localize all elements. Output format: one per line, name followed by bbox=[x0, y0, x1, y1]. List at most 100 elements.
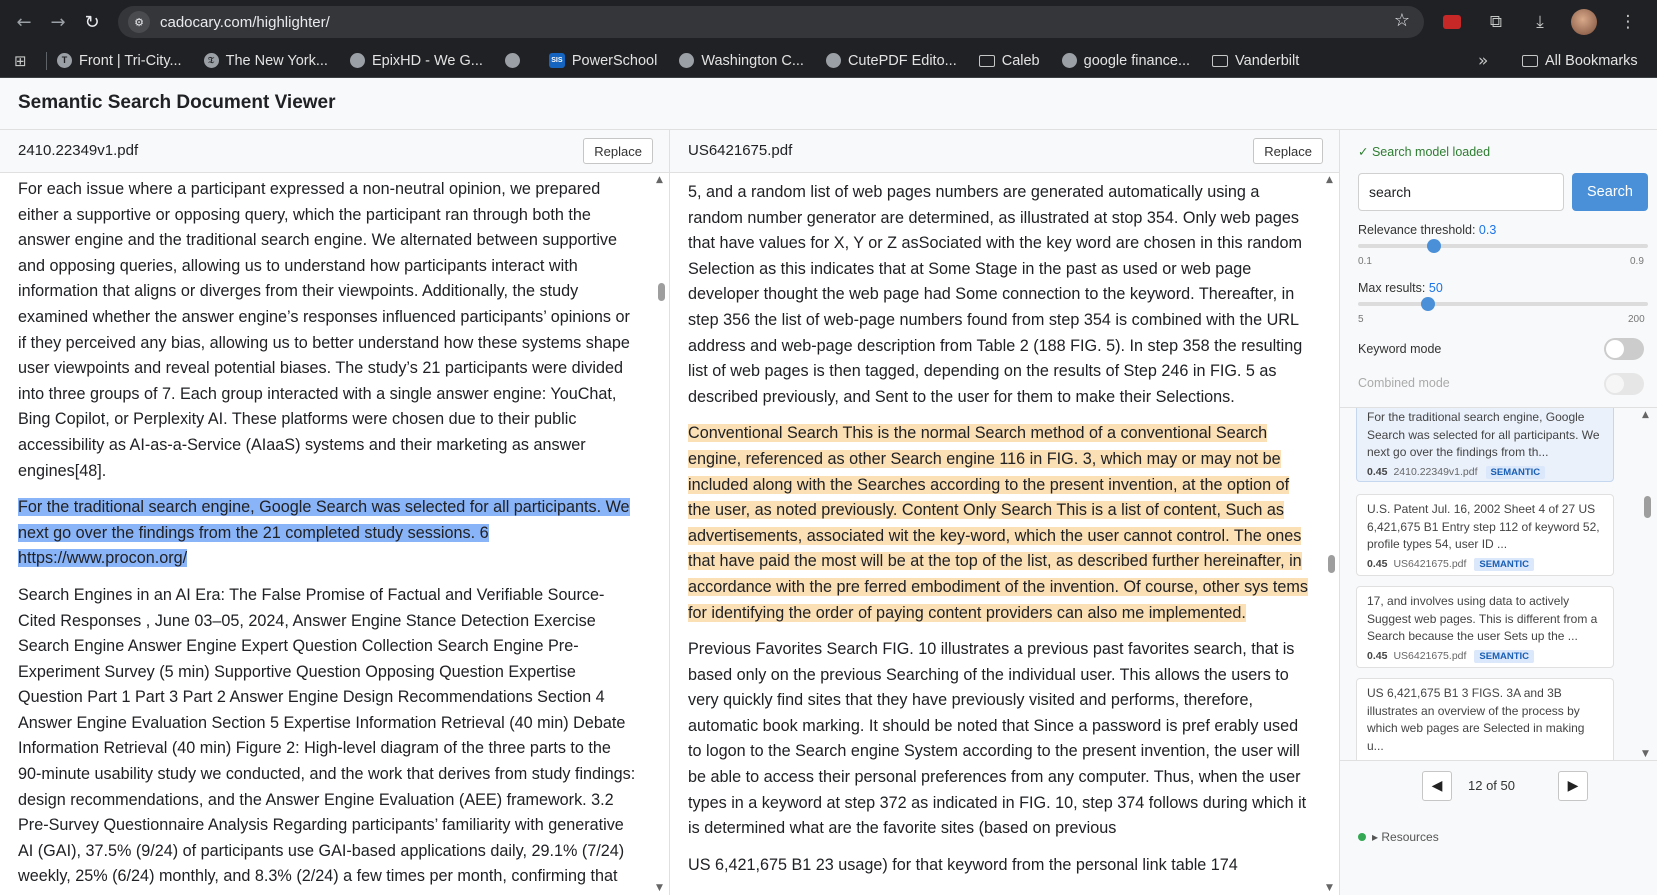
bookmark-item[interactable]: SIS PowerSchool bbox=[548, 53, 657, 69]
right-document-body[interactable]: 5, and a random list of web pages number… bbox=[670, 173, 1339, 895]
bookmark-item[interactable]: Washington C... bbox=[679, 53, 804, 69]
right-scroll-thumb[interactable] bbox=[1328, 555, 1335, 573]
results-scrollbar[interactable]: ▲ ▼ bbox=[1639, 408, 1655, 760]
bookmark-item[interactable]: CutePDF Edito... bbox=[825, 53, 957, 69]
threshold-max: 0.9 bbox=[1630, 256, 1644, 267]
all-bookmarks[interactable]: All Bookmarks bbox=[1522, 44, 1638, 78]
model-status: ✓ Search model loaded bbox=[1358, 145, 1491, 159]
next-page-button[interactable]: ▶ bbox=[1558, 771, 1588, 801]
threshold-value: 0.3 bbox=[1478, 223, 1497, 237]
page-title: Semantic Search Document Viewer bbox=[18, 92, 336, 113]
search-sidebar: ✓ Search model loaded Search Relevance t… bbox=[1340, 130, 1657, 895]
extension-red-icon[interactable] bbox=[1437, 7, 1467, 37]
results-list: For the traditional search engine, Googl… bbox=[1340, 407, 1657, 760]
menu-kebab-icon[interactable]: ⋮ bbox=[1613, 7, 1643, 37]
extensions-puzzle-icon[interactable]: ⧉ bbox=[1481, 7, 1511, 37]
download-icon[interactable]: ⤓ bbox=[1525, 7, 1555, 37]
right-replace-button[interactable]: Replace bbox=[1253, 138, 1323, 164]
folder-icon bbox=[978, 54, 995, 67]
search-highlight: Conventional Search This is the normal S… bbox=[688, 424, 1308, 622]
result-card[interactable]: For the traditional search engine, Googl… bbox=[1356, 408, 1614, 482]
result-card[interactable]: U.S. Patent Jul. 16, 2002 Sheet 4 of 27 … bbox=[1356, 494, 1614, 576]
result-card[interactable]: US 6,421,675 B1 3 FIGS. 3A and 3B illust… bbox=[1356, 678, 1614, 760]
bookmark-favicon-icon: T bbox=[57, 53, 72, 68]
bookmark-item[interactable] bbox=[504, 53, 527, 68]
threshold-slider[interactable] bbox=[1358, 239, 1648, 253]
more-bookmarks-icon[interactable]: » bbox=[1478, 51, 1488, 71]
right-pane-header: US6421675.pdf Replace bbox=[670, 130, 1339, 173]
bookmark-item[interactable]: T Front | Tri-City... bbox=[57, 53, 182, 69]
apps-grid-icon[interactable]: ⊞ bbox=[14, 52, 32, 70]
result-meta: 0.45 US6421675.pdf SEMANTIC bbox=[1367, 649, 1603, 663]
toggle-knob bbox=[1606, 340, 1624, 358]
doc-paragraph: Previous Favorites Search FIG. 10 illust… bbox=[688, 640, 1307, 838]
scroll-down-icon[interactable]: ▼ bbox=[1326, 883, 1333, 893]
site-info-icon[interactable]: ⚙ bbox=[128, 11, 150, 33]
result-badge: SEMANTIC bbox=[1485, 465, 1546, 479]
result-badge: SEMANTIC bbox=[1474, 557, 1535, 571]
globe-icon bbox=[825, 53, 841, 68]
folder-icon bbox=[1212, 54, 1229, 67]
bookmark-item[interactable]: 𝔗 The New York... bbox=[203, 53, 328, 69]
bookmark-item[interactable]: EpixHD - We G... bbox=[349, 53, 483, 69]
doc-paragraph: Search Engines in an AI Era: The False P… bbox=[18, 585, 636, 886]
forward-icon[interactable]: → bbox=[44, 8, 72, 36]
right-scrollbar[interactable]: ▲ ▼ bbox=[1323, 173, 1339, 895]
combined-mode-toggle[interactable] bbox=[1604, 373, 1644, 395]
bookmark-folder[interactable]: Vanderbilt bbox=[1212, 53, 1299, 69]
resources-toggle[interactable]: ▸ Resources bbox=[1358, 830, 1439, 844]
search-button[interactable]: Search bbox=[1572, 173, 1648, 211]
left-pane-header: 2410.22349v1.pdf Replace bbox=[0, 130, 669, 173]
max-results-max: 200 bbox=[1628, 314, 1645, 325]
globe-icon bbox=[1061, 53, 1077, 68]
reload-icon[interactable]: ↻ bbox=[78, 8, 106, 36]
address-bar[interactable]: ⚙ cadocary.com/highlighter/ ☆ bbox=[118, 6, 1424, 38]
result-snippet: U.S. Patent Jul. 16, 2002 Sheet 4 of 27 … bbox=[1367, 502, 1600, 551]
bookmark-star-icon[interactable]: ☆ bbox=[1394, 10, 1410, 31]
result-meta: 0.45 US6421675.pdf SEMANTIC bbox=[1367, 557, 1603, 571]
result-meta: 0.45 2410.22349v1.pdf SEMANTIC bbox=[1367, 465, 1603, 479]
globe-icon bbox=[349, 53, 365, 68]
keyword-mode-toggle[interactable] bbox=[1604, 338, 1644, 360]
globe-icon bbox=[504, 53, 520, 68]
result-card[interactable]: 17, and involves using data to actively … bbox=[1356, 586, 1614, 668]
globe-icon bbox=[679, 53, 695, 68]
back-icon[interactable]: ← bbox=[10, 8, 38, 36]
bookmark-item[interactable]: google finance... bbox=[1061, 53, 1190, 69]
scroll-up-icon[interactable]: ▲ bbox=[1642, 410, 1649, 420]
toggle-knob bbox=[1606, 375, 1624, 393]
bookmarks-bar: ⊞ T Front | Tri-City... 𝔗 The New York... … bbox=[0, 44, 1657, 78]
bookmark-favicon-icon: 𝔗 bbox=[203, 53, 219, 68]
scroll-up-icon[interactable]: ▲ bbox=[1326, 175, 1333, 185]
profile-avatar[interactable] bbox=[1569, 7, 1599, 37]
left-scroll-thumb[interactable] bbox=[658, 283, 665, 301]
browser-toolbar: ← → ↻ ⚙ cadocary.com/highlighter/ ☆ ⧉ ⤓ … bbox=[0, 0, 1657, 44]
search-input[interactable] bbox=[1358, 173, 1564, 211]
app-header: Semantic Search Document Viewer bbox=[0, 78, 1657, 130]
bookmark-folder[interactable]: Caleb bbox=[978, 53, 1040, 69]
left-filename: 2410.22349v1.pdf bbox=[18, 142, 139, 159]
max-results-slider-thumb[interactable] bbox=[1421, 297, 1435, 311]
left-replace-button[interactable]: Replace bbox=[583, 138, 653, 164]
max-results-value: 50 bbox=[1428, 281, 1443, 295]
result-score: 0.45 bbox=[1367, 558, 1388, 570]
result-file: 2410.22349v1.pdf bbox=[1393, 466, 1478, 478]
results-scroll-thumb[interactable] bbox=[1644, 496, 1651, 518]
bookmarks-divider bbox=[46, 51, 47, 70]
max-results-slider[interactable] bbox=[1358, 297, 1648, 311]
left-document-body[interactable]: For each issue where a participant expre… bbox=[0, 173, 669, 895]
scroll-down-icon[interactable]: ▼ bbox=[656, 883, 663, 893]
scroll-down-icon[interactable]: ▼ bbox=[1642, 749, 1649, 759]
page-indicator: 12 of 50 bbox=[1468, 778, 1515, 793]
pagination: ◀ 12 of 50 ▶ bbox=[1340, 760, 1657, 816]
result-score: 0.45 bbox=[1367, 466, 1388, 478]
url-text: cadocary.com/highlighter/ bbox=[160, 13, 330, 31]
scroll-up-icon[interactable]: ▲ bbox=[656, 175, 663, 185]
left-scrollbar[interactable]: ▲ ▼ bbox=[653, 173, 669, 895]
prev-page-button[interactable]: ◀ bbox=[1422, 771, 1452, 801]
doc-paragraph: For each issue where a participant expre… bbox=[18, 180, 630, 480]
status-dot-icon bbox=[1358, 833, 1366, 841]
max-results-min: 5 bbox=[1358, 314, 1364, 325]
threshold-slider-thumb[interactable] bbox=[1427, 239, 1441, 253]
right-document-pane: US6421675.pdf Replace 5, and a random li… bbox=[670, 130, 1340, 895]
